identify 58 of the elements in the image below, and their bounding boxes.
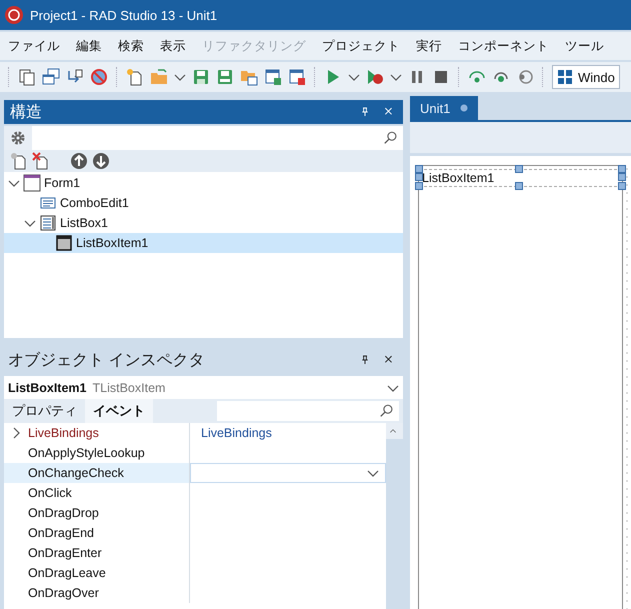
menu-item[interactable]: 検索	[110, 38, 152, 54]
property-value: LiveBindings	[201, 426, 272, 440]
menu-item[interactable]: プロジェクト	[314, 38, 408, 54]
save-icon[interactable]	[192, 68, 210, 86]
add-file-icon[interactable]	[264, 68, 282, 86]
platform-selector[interactable]: Windo	[552, 65, 620, 89]
menu-item[interactable]: コンポーネント	[450, 38, 557, 54]
menu-item[interactable]: 実行	[408, 38, 450, 54]
tree-item[interactable]: ComboEdit1	[4, 193, 403, 213]
property-name: LiveBindings	[28, 426, 99, 440]
platform-label: Windo	[578, 70, 615, 84]
property-name: OnApplyStyleLookup	[28, 446, 145, 460]
property-row[interactable]: OnChangeCheck	[4, 463, 386, 483]
tree-item[interactable]: ListBoxItem1	[4, 233, 403, 253]
no-entry-icon[interactable]	[90, 68, 108, 86]
property-name: OnChangeCheck	[28, 466, 124, 480]
property-name: OnClick	[28, 486, 72, 500]
menu-item[interactable]: ファイル	[0, 38, 68, 54]
property-name: OnDragEnd	[28, 526, 94, 540]
folder-icon[interactable]	[150, 68, 168, 86]
property-name: OnDragOver	[28, 586, 99, 600]
property-search-field[interactable]	[217, 401, 399, 421]
window-title: Project1 - RAD Studio 13 - Unit1	[30, 8, 218, 22]
settings-icon[interactable]	[9, 129, 27, 147]
menu-item[interactable]: 編集	[68, 38, 110, 54]
tree-item[interactable]: ListBox1	[4, 213, 403, 233]
stop-icon[interactable]	[432, 68, 450, 86]
remove-file-icon[interactable]	[288, 68, 306, 86]
window-icon	[55, 234, 73, 252]
object-selector[interactable]: ListBoxItem1 TListBoxItem	[4, 376, 403, 399]
windows-icon[interactable]	[42, 68, 60, 86]
listbox-component[interactable]: ListBoxItem1	[418, 165, 623, 609]
debug-icon[interactable]	[366, 68, 384, 86]
menu-item[interactable]: ツール	[557, 38, 612, 54]
windows-logo-icon	[557, 69, 573, 85]
new-file-icon[interactable]	[126, 68, 144, 86]
inspector-tab[interactable]: イベント	[85, 399, 153, 423]
delete-file-icon[interactable]	[32, 152, 50, 170]
tree-item[interactable]: Form1	[4, 173, 403, 193]
property-name: OnDragEnter	[28, 546, 102, 560]
inspector-tab[interactable]: プロパティ	[4, 399, 85, 423]
modified-dot-icon	[460, 104, 468, 112]
new-file-icon[interactable]	[10, 152, 28, 170]
scrollbar[interactable]	[386, 423, 403, 609]
save-all-icon[interactable]	[216, 68, 234, 86]
folder-window-icon[interactable]	[240, 68, 258, 86]
listbox-icon	[39, 214, 57, 232]
panel-title: オブジェクト インスペクタ	[8, 350, 206, 370]
menu-item[interactable]: 表示	[152, 38, 194, 54]
property-name: OnDragLeave	[28, 566, 106, 580]
editor-tab[interactable]: Unit1	[410, 96, 478, 120]
settings-button[interactable]	[4, 126, 32, 150]
resize-handle[interactable]	[515, 182, 523, 190]
panel-title: 構造	[10, 102, 43, 122]
app-logo-icon	[4, 5, 24, 25]
property-name: OnDragDrop	[28, 506, 99, 520]
resize-handle[interactable]	[515, 165, 523, 173]
copy-icon[interactable]	[18, 68, 36, 86]
